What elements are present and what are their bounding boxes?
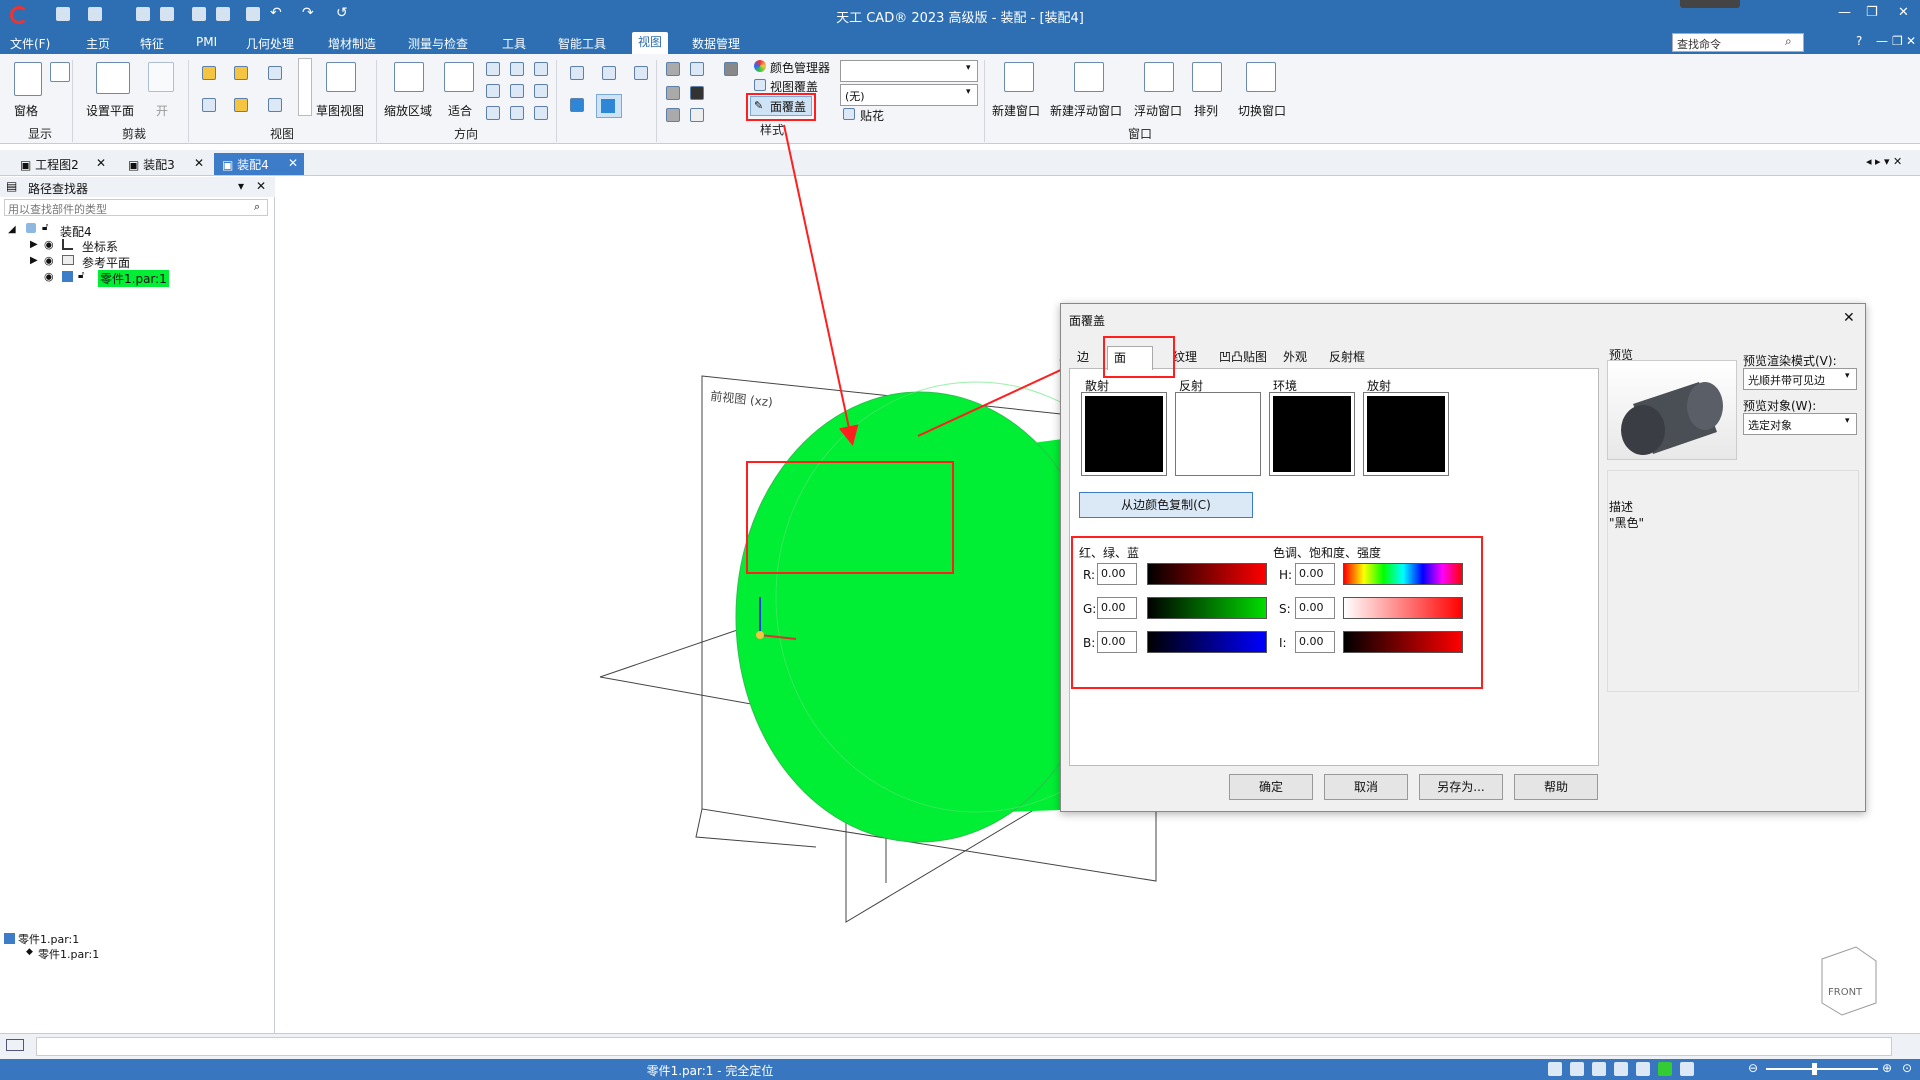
keyboard-icon[interactable]	[6, 1039, 24, 1051]
i-input[interactable]: 0.00	[1295, 631, 1335, 653]
g-label: G:	[1083, 602, 1097, 616]
zoom-in-icon[interactable]: ⊕	[1882, 1061, 1892, 1075]
b-slider[interactable]	[1147, 631, 1267, 653]
zoom-slider[interactable]	[1766, 1068, 1878, 1070]
swatch-ambient[interactable]	[1269, 392, 1355, 476]
i-label: I:	[1279, 636, 1287, 650]
swatch-emission[interactable]	[1363, 392, 1449, 476]
s-slider[interactable]	[1343, 597, 1463, 619]
command-bar	[0, 1033, 1920, 1059]
h-slider[interactable]	[1343, 563, 1463, 585]
r-label: R:	[1083, 568, 1096, 582]
zoom-out-icon[interactable]: ⊖	[1748, 1061, 1758, 1075]
cancel-button[interactable]: 取消	[1324, 774, 1408, 800]
tab-edge[interactable]: 边	[1071, 346, 1095, 367]
face-tab-highlight	[1103, 336, 1175, 378]
i-slider[interactable]	[1343, 631, 1463, 653]
rgb-label: 红、绿、蓝	[1079, 546, 1140, 560]
save-as-button[interactable]: 另存为...	[1419, 774, 1503, 800]
help-button[interactable]: 帮助	[1514, 774, 1598, 800]
status-bar: 零件1.par:1 - 完全定位 ⊖ ⊕ ⊙	[0, 1059, 1920, 1080]
render-mode-label: 预览渲染模式(V):	[1743, 354, 1837, 368]
preview-object-label: 预览对象(W):	[1743, 399, 1817, 413]
fit-icon[interactable]	[1592, 1062, 1606, 1076]
tab-reflection[interactable]: 反射框	[1323, 346, 1371, 367]
status-text: 零件1.par:1 - 完全定位	[646, 1064, 774, 1078]
chevron-down-icon: ▾	[1845, 371, 1850, 381]
swatch-specular[interactable]	[1175, 392, 1261, 476]
b-label: B:	[1083, 636, 1096, 650]
description-label: 描述	[1609, 500, 1634, 514]
b-input[interactable]: 0.00	[1097, 631, 1137, 653]
h-label: H:	[1279, 568, 1293, 582]
s-input[interactable]: 0.00	[1295, 597, 1335, 619]
g-input[interactable]: 0.00	[1097, 597, 1137, 619]
zoom-slider-thumb[interactable]	[1812, 1063, 1817, 1075]
swatch-fill	[1085, 396, 1163, 472]
dialog-close-icon[interactable]: ✕	[1843, 310, 1855, 326]
chevron-down-icon: ▾	[1845, 416, 1850, 426]
s-label: S:	[1279, 602, 1291, 616]
status-settings-icon[interactable]: ⊙	[1902, 1061, 1912, 1075]
render-mode-select[interactable]: 光顺并带可见边	[1743, 368, 1857, 390]
tab-appearance[interactable]: 外观	[1277, 346, 1313, 367]
swatch-fill	[1367, 396, 1445, 472]
zoom-area-icon[interactable]	[1570, 1062, 1584, 1076]
preview-cylinder	[1621, 382, 1723, 455]
g-slider[interactable]	[1147, 597, 1267, 619]
swatch-diffuse[interactable]	[1081, 392, 1167, 476]
description-panel	[1607, 470, 1859, 692]
hsi-label: 色调、饱和度、强度	[1273, 546, 1382, 560]
tab-bump[interactable]: 凹凸贴图	[1213, 346, 1273, 367]
preview-object-select[interactable]: 选定对象	[1743, 413, 1857, 435]
dialog-title: 面覆盖	[1069, 314, 1106, 328]
status-tools	[1548, 1062, 1748, 1076]
zoom-icon[interactable]	[1548, 1062, 1562, 1076]
face-override-dialog: 面覆盖 ✕ 边 面 纹理 凹凸贴图 外观 反射框 散射 反射 环境 放射 从边颜…	[1060, 303, 1866, 812]
description-value: "黑色"	[1609, 516, 1645, 530]
r-input[interactable]: 0.00	[1097, 563, 1137, 585]
view-style-icon[interactable]	[1658, 1062, 1672, 1076]
rotate-icon[interactable]	[1636, 1062, 1650, 1076]
ok-button[interactable]: 确定	[1229, 774, 1313, 800]
h-input[interactable]: 0.00	[1295, 563, 1335, 585]
pan-icon[interactable]	[1614, 1062, 1628, 1076]
r-slider[interactable]	[1147, 563, 1267, 585]
swatch-fill	[1179, 396, 1257, 472]
command-input[interactable]	[36, 1037, 1892, 1056]
swatch-fill	[1273, 396, 1351, 472]
prev-view-icon[interactable]	[1680, 1062, 1694, 1076]
copy-from-edge-button[interactable]: 从边颜色复制(C)	[1079, 492, 1253, 518]
